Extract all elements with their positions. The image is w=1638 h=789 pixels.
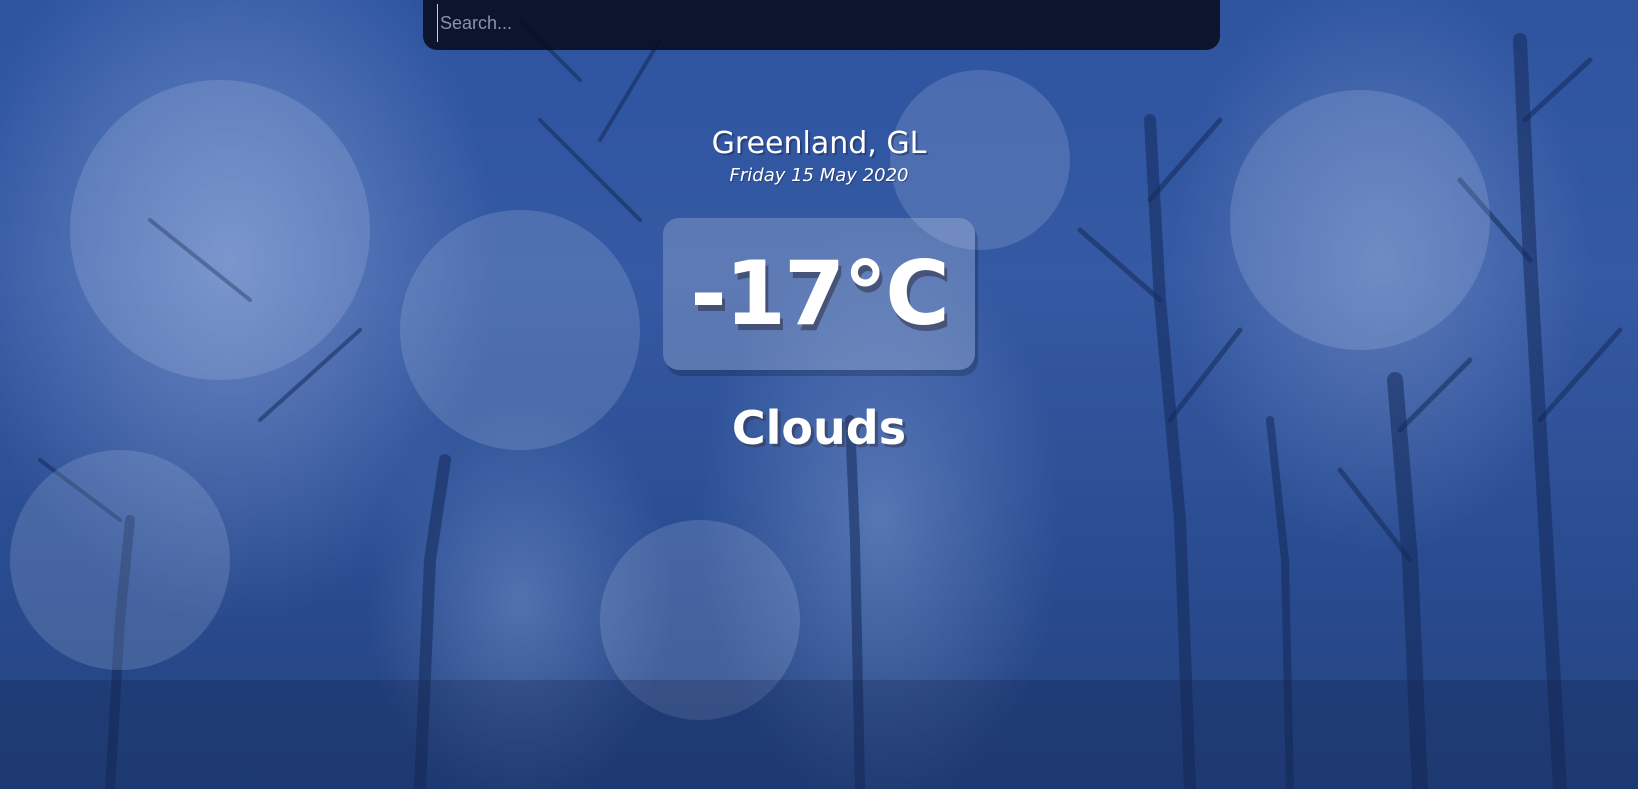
current-date: Friday 15 May 2020 (729, 165, 909, 186)
search-bar (423, 0, 1220, 50)
weather-box: -17°C Clouds (0, 218, 1638, 456)
search-input[interactable] (437, 4, 1206, 42)
location-name: Greenland, GL (711, 126, 927, 161)
temperature-display: -17°C (663, 218, 975, 370)
location-box: Greenland, GL Friday 15 May 2020 (0, 124, 1638, 188)
weather-app: Greenland, GL Friday 15 May 2020 -17°C C… (0, 0, 1638, 789)
weather-condition: Clouds (731, 401, 907, 455)
